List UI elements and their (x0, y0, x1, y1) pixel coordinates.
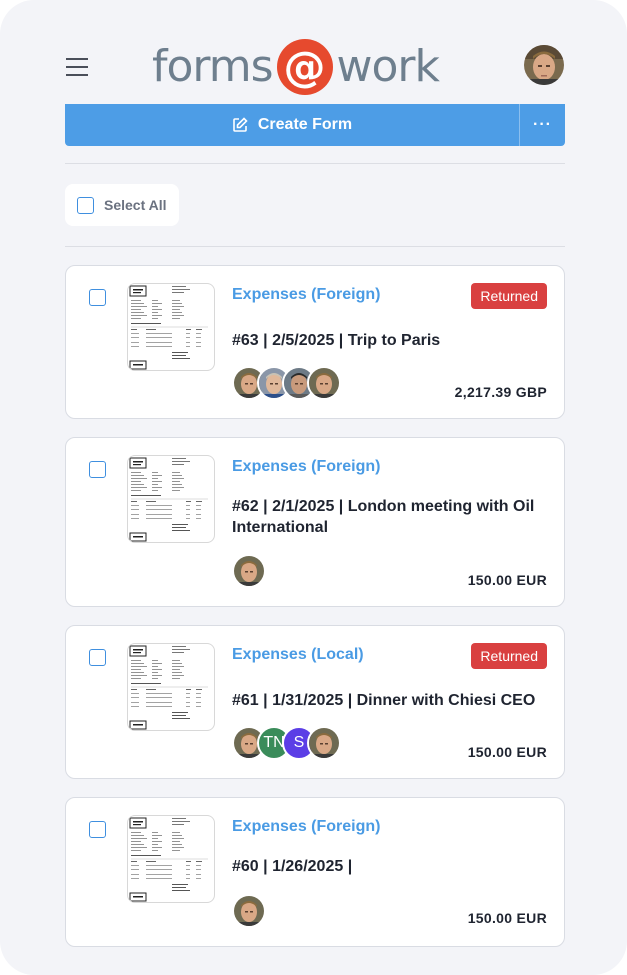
form-card[interactable]: Expenses (Foreign) #60 | 1/26/2025 | 150… (65, 797, 565, 947)
avatar (232, 894, 266, 928)
form-title: #62 | 2/1/2025 | London meeting with Oil… (232, 498, 535, 536)
form-thumbnail (127, 455, 215, 543)
create-form-button[interactable]: Create Form (65, 104, 519, 146)
logo-at-symbol: @ (276, 39, 333, 95)
create-form-bar: Create Form ··· (65, 104, 565, 146)
form-amount: 150.00 EUR (467, 572, 547, 588)
approver-avatars (232, 554, 266, 588)
form-checkbox[interactable] (89, 461, 106, 478)
avatar (307, 726, 341, 760)
form-title: #61 | 1/31/2025 | Dinner with Chiesi CEO (232, 692, 536, 709)
more-options-icon: ··· (533, 116, 552, 133)
status-badge: Returned (471, 643, 547, 669)
form-card[interactable]: Expenses (Local) Returned #61 | 1/31/202… (65, 625, 565, 779)
form-checkbox[interactable] (89, 289, 106, 306)
status-badge: Returned (471, 283, 547, 309)
form-checkbox[interactable] (89, 821, 106, 838)
form-thumbnail (127, 815, 215, 903)
approver-avatars (232, 894, 266, 928)
form-card[interactable]: Expenses (Foreign) #62 | 2/1/2025 | Lond… (65, 437, 565, 607)
form-amount: 2,217.39 GBP (454, 384, 547, 400)
form-card[interactable]: Expenses (Foreign) Returned #63 | 2/5/20… (65, 265, 565, 419)
form-type-link[interactable]: Expenses (Local) (232, 646, 364, 664)
create-form-label: Create Form (257, 116, 353, 133)
more-options-button[interactable]: ··· (519, 104, 565, 146)
form-amount: 150.00 EUR (467, 910, 547, 926)
user-avatar[interactable] (524, 45, 564, 85)
app-logo: forms @ work (152, 36, 440, 98)
form-type-link[interactable]: Expenses (Foreign) (232, 286, 380, 304)
app-screen: forms @ work Create Form ··· Select All … (0, 0, 627, 975)
logo-text-forms: forms (152, 41, 274, 92)
form-type-link[interactable]: Expenses (Foreign) (232, 818, 380, 836)
form-type-link[interactable]: Expenses (Foreign) (232, 458, 380, 476)
form-title: #60 | 1/26/2025 | (232, 858, 353, 875)
form-checkbox[interactable] (89, 649, 106, 666)
form-amount: 150.00 EUR (467, 744, 547, 760)
form-thumbnail (127, 643, 215, 731)
select-all-label: Select All (104, 197, 167, 213)
select-all-control[interactable]: Select All (65, 184, 179, 226)
approver-avatars: TN S (232, 726, 341, 760)
approver-avatars (232, 366, 341, 400)
select-all-checkbox[interactable] (77, 196, 94, 214)
avatar (232, 554, 266, 588)
hamburger-menu-icon[interactable] (64, 56, 90, 76)
logo-text-work: work (336, 41, 440, 92)
divider (65, 163, 565, 164)
pencil-square-icon (232, 117, 248, 133)
form-thumbnail (127, 283, 215, 371)
divider (65, 246, 565, 247)
avatar (307, 366, 341, 400)
form-title: #63 | 2/5/2025 | Trip to Paris (232, 332, 441, 349)
